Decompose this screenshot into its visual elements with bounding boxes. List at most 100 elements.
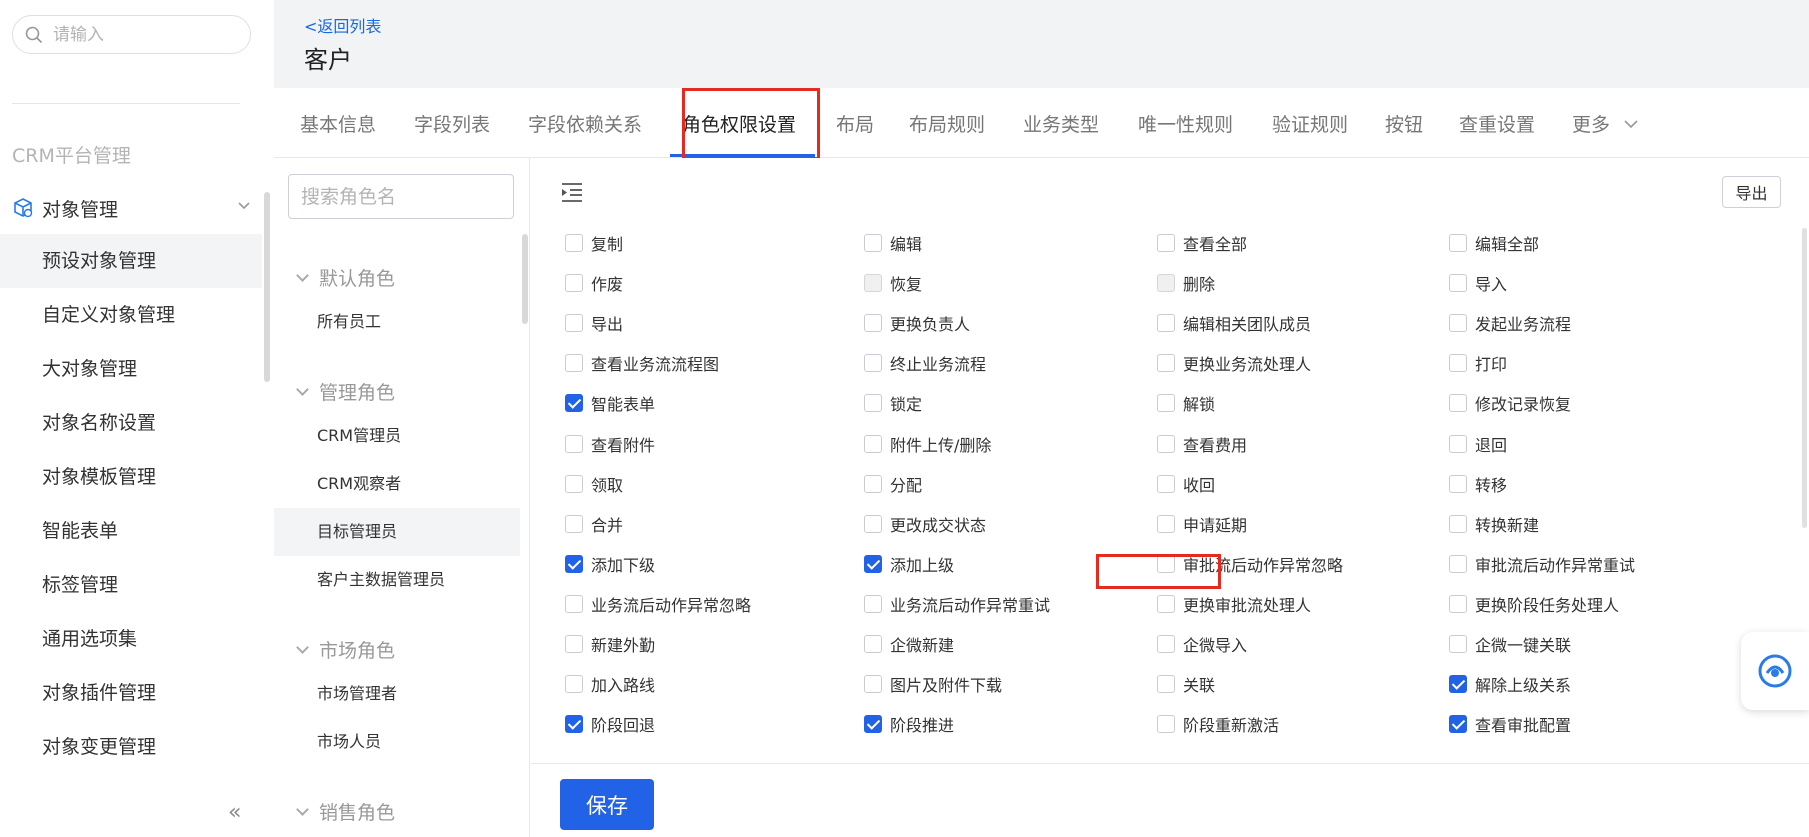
permission-item[interactable]: 业务流后动作异常忽略 <box>565 591 751 617</box>
save-button[interactable]: 保存 <box>560 779 654 830</box>
permission-item[interactable]: 编辑 <box>864 230 922 256</box>
permission-item[interactable]: 编辑全部 <box>1449 230 1539 256</box>
permission-item[interactable]: 退回 <box>1449 431 1507 457</box>
permission-item[interactable]: 阶段重新激活 <box>1157 711 1279 737</box>
permission-item[interactable]: 阶段回退 <box>565 711 655 737</box>
permission-checkbox[interactable] <box>864 474 882 493</box>
tab-basic-info[interactable]: 基本信息 <box>300 110 376 137</box>
permission-checkbox[interactable] <box>1449 234 1467 252</box>
role-group-default[interactable]: 默认角色 <box>296 264 395 291</box>
permission-checkbox[interactable] <box>565 675 583 694</box>
permission-checkbox[interactable] <box>1157 474 1175 493</box>
permission-item[interactable]: 导入 <box>1449 270 1507 296</box>
sidebar-scrollbar[interactable] <box>264 192 270 382</box>
permission-item[interactable]: 转移 <box>1449 471 1507 497</box>
sidebar-item-tags[interactable]: 标签管理 <box>0 558 262 612</box>
permission-item[interactable]: 附件上传/删除 <box>864 431 991 457</box>
permission-checkbox[interactable] <box>1157 514 1175 533</box>
permission-item[interactable]: 查看费用 <box>1157 431 1247 457</box>
permission-checkbox[interactable] <box>1157 434 1175 453</box>
permission-item[interactable]: 解锁 <box>1157 390 1215 416</box>
permission-checkbox[interactable] <box>1449 314 1467 333</box>
permission-item[interactable]: 查看全部 <box>1157 230 1247 256</box>
tab-uniqueness-rules[interactable]: 唯一性规则 <box>1138 110 1233 137</box>
permission-item[interactable]: 企微新建 <box>864 631 954 657</box>
permission-checkbox[interactable] <box>1157 594 1175 613</box>
permission-item[interactable]: 申请延期 <box>1157 511 1247 537</box>
permission-item[interactable]: 添加下级 <box>565 551 655 577</box>
permission-checkbox[interactable] <box>864 354 882 373</box>
role-group-admin[interactable]: 管理角色 <box>296 378 395 405</box>
permission-checkbox[interactable] <box>864 394 882 413</box>
permission-checkbox[interactable] <box>864 434 882 453</box>
permission-checkbox[interactable] <box>864 314 882 333</box>
permission-checkbox[interactable] <box>864 635 882 653</box>
permission-checkbox[interactable] <box>1157 394 1175 413</box>
permission-checkbox[interactable] <box>565 394 583 413</box>
permission-checkbox[interactable] <box>565 274 583 293</box>
permission-checkbox[interactable] <box>1157 314 1175 333</box>
permission-item[interactable]: 打印 <box>1449 350 1507 376</box>
permission-item[interactable]: 修改记录恢复 <box>1449 390 1571 416</box>
tab-duplicate-check[interactable]: 查重设置 <box>1459 110 1535 137</box>
sidebar-search[interactable] <box>12 15 251 54</box>
permission-checkbox[interactable] <box>1449 554 1467 573</box>
permission-item[interactable]: 查看业务流流程图 <box>565 350 719 376</box>
permission-checkbox[interactable] <box>1157 675 1175 694</box>
permission-item[interactable]: 更换审批流处理人 <box>1157 591 1311 617</box>
permission-item[interactable]: 终止业务流程 <box>864 350 986 376</box>
permission-item[interactable]: 新建外勤 <box>565 631 655 657</box>
permission-item[interactable]: 加入路线 <box>565 671 655 697</box>
permission-item[interactable]: 恢复 <box>864 270 922 296</box>
permission-item[interactable]: 企微一键关联 <box>1449 631 1571 657</box>
sidebar-group-object-management[interactable]: 对象管理 <box>12 190 252 226</box>
permission-checkbox[interactable] <box>864 675 882 694</box>
permission-item[interactable]: 更换阶段任务处理人 <box>1449 591 1619 617</box>
permission-checkbox[interactable] <box>864 715 882 734</box>
permission-checkbox[interactable] <box>1449 354 1467 373</box>
permission-item[interactable]: 添加上级 <box>864 551 954 577</box>
role-search-input[interactable] <box>301 175 501 218</box>
sidebar-item-object-plugins[interactable]: 对象插件管理 <box>0 666 262 720</box>
permission-checkbox[interactable] <box>864 594 882 613</box>
permissions-scrollbar[interactable] <box>1802 228 1807 528</box>
role-group-sales[interactable]: 销售角色 <box>296 798 395 825</box>
permission-checkbox[interactable] <box>565 554 583 573</box>
permission-checkbox[interactable] <box>1449 635 1467 653</box>
permission-checkbox[interactable] <box>565 715 583 734</box>
tab-validation-rules[interactable]: 验证规则 <box>1272 110 1348 137</box>
permission-checkbox[interactable] <box>565 514 583 533</box>
permission-checkbox[interactable] <box>565 234 583 252</box>
permission-item[interactable]: 编辑相关团队成员 <box>1157 310 1311 336</box>
sidebar-item-object-changes[interactable]: 对象变更管理 <box>0 720 262 774</box>
permission-checkbox[interactable] <box>565 314 583 333</box>
tab-layout[interactable]: 布局 <box>836 110 874 137</box>
permission-checkbox[interactable] <box>565 474 583 493</box>
role-item-market-staff[interactable]: 市场人员 <box>274 718 520 766</box>
permission-item[interactable]: 更改成交状态 <box>864 511 986 537</box>
permission-checkbox[interactable] <box>1449 675 1467 694</box>
permission-item[interactable]: 发起业务流程 <box>1449 310 1571 336</box>
role-search[interactable] <box>288 174 514 219</box>
permission-checkbox[interactable] <box>1449 394 1467 413</box>
permission-checkbox[interactable] <box>565 594 583 613</box>
permission-checkbox[interactable] <box>1449 715 1467 734</box>
permission-item[interactable]: 智能表单 <box>565 390 655 416</box>
permission-checkbox[interactable] <box>1157 635 1175 653</box>
permission-checkbox[interactable] <box>1449 474 1467 493</box>
permission-item[interactable]: 关联 <box>1157 671 1215 697</box>
permission-item[interactable]: 更换业务流处理人 <box>1157 350 1311 376</box>
tab-business-types[interactable]: 业务类型 <box>1023 110 1099 137</box>
sidebar-item-option-sets[interactable]: 通用选项集 <box>0 612 262 666</box>
assistant-float-button[interactable] <box>1741 632 1809 710</box>
role-item-target-admin[interactable]: 目标管理员 <box>274 508 520 556</box>
permission-item[interactable]: 转换新建 <box>1449 511 1539 537</box>
permission-checkbox[interactable] <box>864 234 882 252</box>
permission-checkbox[interactable] <box>864 554 882 573</box>
sidebar-item-custom-objects[interactable]: 自定义对象管理 <box>0 288 262 342</box>
permission-checkbox[interactable] <box>1449 594 1467 613</box>
indent-collapse-icon[interactable] <box>561 182 583 202</box>
permission-checkbox[interactable] <box>1449 514 1467 533</box>
permission-item[interactable]: 阶段推进 <box>864 711 954 737</box>
permission-checkbox[interactable] <box>565 434 583 453</box>
